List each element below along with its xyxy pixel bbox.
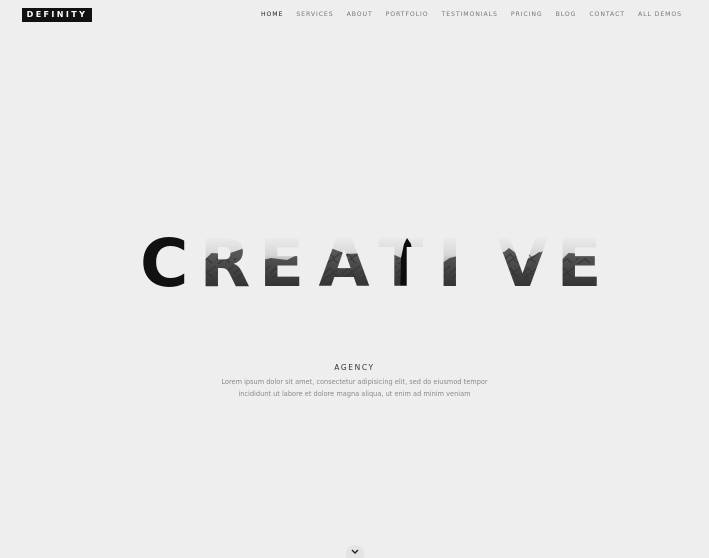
nav-item-portfolio[interactable]: PORTFOLIO xyxy=(386,10,429,20)
nav-item-home[interactable]: HOME xyxy=(261,10,283,20)
nav-item-blog[interactable]: BLOG xyxy=(556,10,577,20)
hero-title-letter xyxy=(437,225,463,302)
hero-description: Lorem ipsum dolor sit amet, consectetur … xyxy=(0,377,709,400)
main-nav: HOME SERVICES ABOUT PORTFOLIO TESTIMONIA… xyxy=(248,10,682,20)
nav-item-about[interactable]: ABOUT xyxy=(347,10,373,20)
nav-item-services[interactable]: SERVICES xyxy=(296,10,333,20)
nav-item-all-demos[interactable]: ALL DEMOS xyxy=(638,10,682,20)
hero-description-line-1: Lorem ipsum dolor sit amet, consectetur … xyxy=(221,378,488,386)
hero-title-letter xyxy=(318,225,370,302)
hero-title-letter xyxy=(497,225,549,302)
nav-item-testimonials[interactable]: TESTIMONIALS xyxy=(442,10,498,20)
page: DEFINITY HOME SERVICES ABOUT PORTFOLIO T… xyxy=(0,0,709,558)
hero-title-letter xyxy=(378,225,424,302)
hero-title: CREATIVE xyxy=(140,225,602,302)
nav-item-pricing[interactable]: PRICING xyxy=(511,10,543,20)
scroll-down-button[interactable] xyxy=(346,545,364,558)
hero-subtitle: AGENCY xyxy=(334,363,375,372)
hero-title-letter xyxy=(199,225,251,302)
nav-item-contact[interactable]: CONTACT xyxy=(589,10,625,20)
hero-description-line-2: incididunt ut labore et dolore magna ali… xyxy=(238,389,471,398)
hero-title-letter xyxy=(556,225,602,302)
hero-title-letter xyxy=(140,225,189,302)
hero-title-letter xyxy=(259,225,305,302)
logo[interactable]: DEFINITY xyxy=(22,8,92,22)
chevron-down-icon xyxy=(351,549,359,554)
